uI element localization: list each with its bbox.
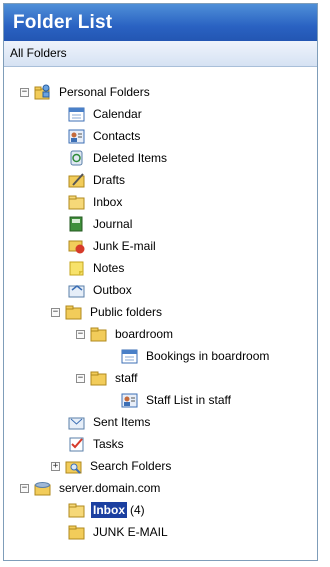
tree-item-staff-list-in-staff[interactable]: Staff List in staff — [121, 390, 233, 410]
tree-item-notes[interactable]: Notes — [68, 258, 126, 278]
collapse-icon[interactable]: − — [51, 307, 60, 317]
tree-item-label: Sent Items — [93, 415, 151, 429]
tree-item-label: Inbox — [93, 195, 123, 209]
deleted-items-icon — [68, 150, 86, 166]
tree-item-server-junk-email[interactable]: JUNK E-MAIL — [68, 522, 170, 542]
journal-icon — [68, 216, 86, 232]
contacts-icon — [68, 128, 86, 144]
tree-item-label: JUNK E-MAIL — [93, 525, 168, 539]
tree-item-label-selected: Inbox — [91, 502, 127, 518]
junk-mail-icon — [68, 238, 86, 254]
tree-item-staff[interactable]: − staff — [76, 368, 139, 388]
calendar-icon — [121, 348, 139, 364]
tree-item-label: Public folders — [90, 305, 163, 319]
inbox-icon — [68, 194, 86, 210]
tree-item-label: server.domain.com — [59, 481, 161, 495]
unread-count: (4) — [130, 503, 145, 517]
all-folders-dropdown[interactable]: All Folders — [4, 41, 317, 67]
drafts-icon — [68, 172, 86, 188]
folder-list-pane: Folder List All Folders − Personal Folde… — [3, 3, 318, 561]
tree-item-label: Outbox — [93, 283, 132, 297]
tree-item-label: staff — [115, 371, 138, 385]
tree-item-label: Calendar — [93, 107, 142, 121]
collapse-icon[interactable]: − — [76, 329, 85, 339]
tree-item-label: Staff List in staff — [146, 393, 231, 407]
notes-icon — [68, 260, 86, 276]
tree-item-contacts[interactable]: Contacts — [68, 126, 142, 146]
inbox-icon — [68, 502, 86, 518]
tree-item-label: boardroom — [115, 327, 174, 341]
tree-item-label: Junk E-mail — [93, 239, 156, 253]
tree-item-server-inbox[interactable]: Inbox (4) — [68, 500, 145, 520]
pane-title: Folder List — [4, 4, 317, 41]
tree-item-calendar[interactable]: Calendar — [68, 104, 144, 124]
folder-icon — [90, 326, 108, 342]
sent-items-icon — [68, 414, 86, 430]
collapse-icon[interactable]: − — [20, 87, 29, 97]
folder-icon — [65, 304, 83, 320]
tree-item-server-mailbox[interactable]: − server.domain.com — [20, 478, 162, 498]
tree-item-junk-email[interactable]: Junk E-mail — [68, 236, 158, 256]
tree-item-label: Drafts — [93, 173, 126, 187]
outbox-icon — [68, 282, 86, 298]
folder-icon — [68, 524, 86, 540]
folder-icon — [90, 370, 108, 386]
tree-item-public-folders[interactable]: − Public folders — [51, 302, 164, 322]
tree-item-label: Search Folders — [90, 459, 172, 473]
tree-item-label: Journal — [93, 217, 133, 231]
collapse-icon[interactable]: − — [20, 483, 29, 493]
tree-item-drafts[interactable]: Drafts — [68, 170, 127, 190]
tree-item-boardroom[interactable]: − boardroom — [76, 324, 175, 344]
collapse-icon[interactable]: − — [76, 373, 85, 383]
tree-item-outbox[interactable]: Outbox — [68, 280, 134, 300]
contacts-icon — [121, 392, 139, 408]
tree-item-label: Contacts — [93, 129, 141, 143]
tree-item-label: Bookings in boardroom — [146, 349, 270, 363]
tree-item-search-folders[interactable]: + Search Folders — [51, 456, 173, 476]
tree-item-tasks[interactable]: Tasks — [68, 434, 126, 454]
tree-item-inbox[interactable]: Inbox — [68, 192, 124, 212]
tree-item-bookings-in-boardroom[interactable]: Bookings in boardroom — [121, 346, 271, 366]
calendar-icon — [68, 106, 86, 122]
tasks-icon — [68, 436, 86, 452]
tree-item-label: Deleted Items — [93, 151, 168, 165]
tree-item-label: Tasks — [93, 437, 124, 451]
tree-item-personal-folders[interactable]: − Personal Folders — [20, 82, 152, 102]
personal-folders-icon — [34, 84, 52, 100]
server-mailbox-icon — [34, 480, 52, 496]
tree-item-label: Notes — [93, 261, 125, 275]
expand-icon[interactable]: + — [51, 461, 60, 471]
tree-item-deleted-items[interactable]: Deleted Items — [68, 148, 169, 168]
tree-item-journal[interactable]: Journal — [68, 214, 134, 234]
search-folders-icon — [65, 458, 83, 474]
tree-item-label: Personal Folders — [59, 85, 150, 99]
tree-item-sent-items[interactable]: Sent Items — [68, 412, 152, 432]
